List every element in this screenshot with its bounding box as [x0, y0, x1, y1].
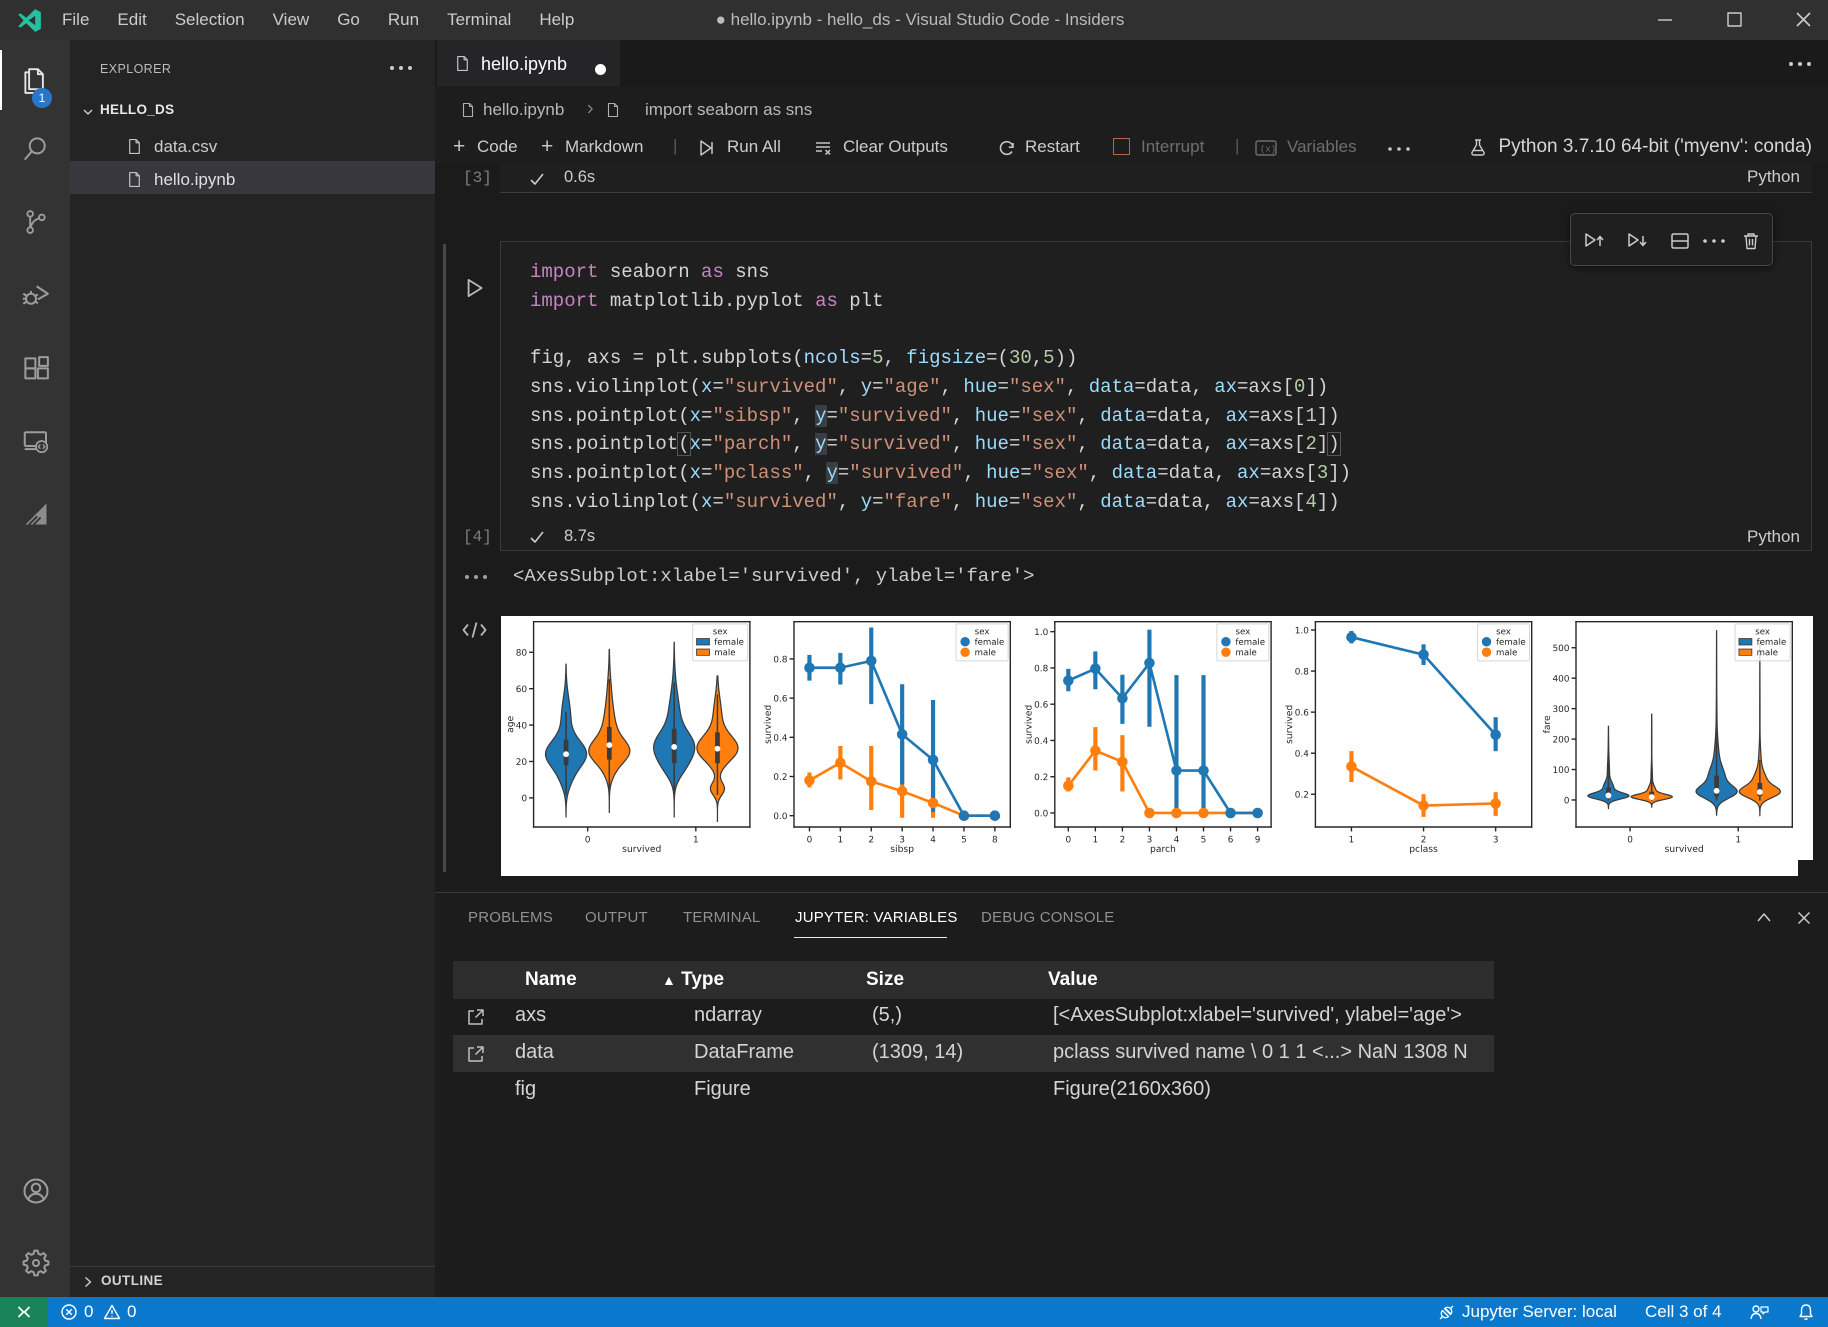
svg-text:(x): (x): [1260, 145, 1276, 155]
